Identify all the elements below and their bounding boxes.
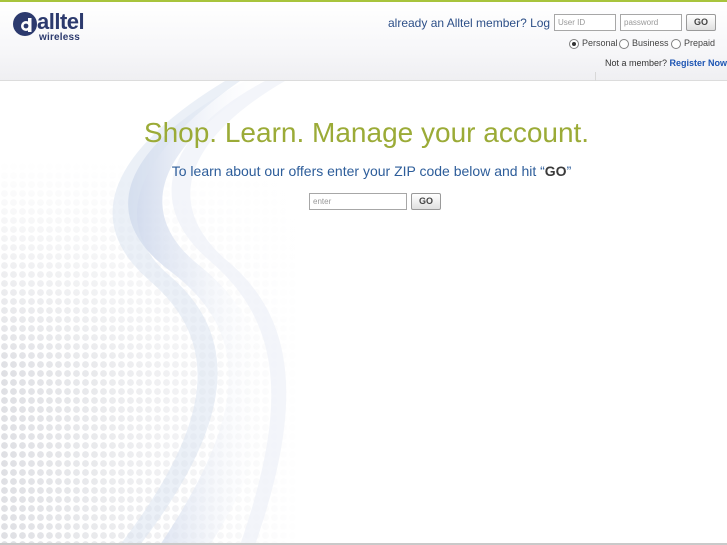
- main-content: Shop. Learn. Manage your account. To lea…: [0, 81, 727, 545]
- password-input[interactable]: [620, 14, 682, 31]
- zip-code-input[interactable]: [309, 193, 407, 210]
- alltel-a-icon: [13, 12, 37, 36]
- hero-subline-go: GO: [544, 163, 567, 179]
- userid-input[interactable]: [554, 14, 616, 31]
- header: alltel wireless already an Alltel member…: [0, 2, 727, 82]
- login-prompt: already an Alltel member? Log In.: [388, 16, 567, 30]
- radio-selected-icon[interactable]: [569, 39, 579, 49]
- radio-prepaid-label: Prepaid: [684, 38, 716, 48]
- register-prompt: Not a member?: [605, 58, 668, 68]
- zip-go-button[interactable]: GO: [411, 193, 441, 210]
- hero-headline: Shop. Learn. Manage your account.: [143, 117, 590, 148]
- alltel-logo[interactable]: alltel wireless: [12, 9, 92, 47]
- background-swoosh-art: [0, 81, 300, 545]
- radio-unselected-icon[interactable]: [619, 39, 629, 49]
- hero-subline: To learn about our offers enter your ZIP…: [0, 163, 727, 179]
- logo-tagline: wireless: [39, 32, 81, 43]
- login-go-button[interactable]: GO: [686, 14, 716, 31]
- radio-business-label: Business: [632, 38, 669, 48]
- hero-subline-text: To learn about our offers enter your ZIP…: [171, 163, 545, 179]
- radio-unselected-icon[interactable]: [671, 39, 681, 49]
- register-line: Not a member? Register Now: [605, 58, 727, 68]
- register-now-link[interactable]: Register Now: [670, 58, 727, 68]
- radio-personal-label: Personal: [582, 38, 618, 48]
- hero-subline-close: ”: [566, 163, 572, 179]
